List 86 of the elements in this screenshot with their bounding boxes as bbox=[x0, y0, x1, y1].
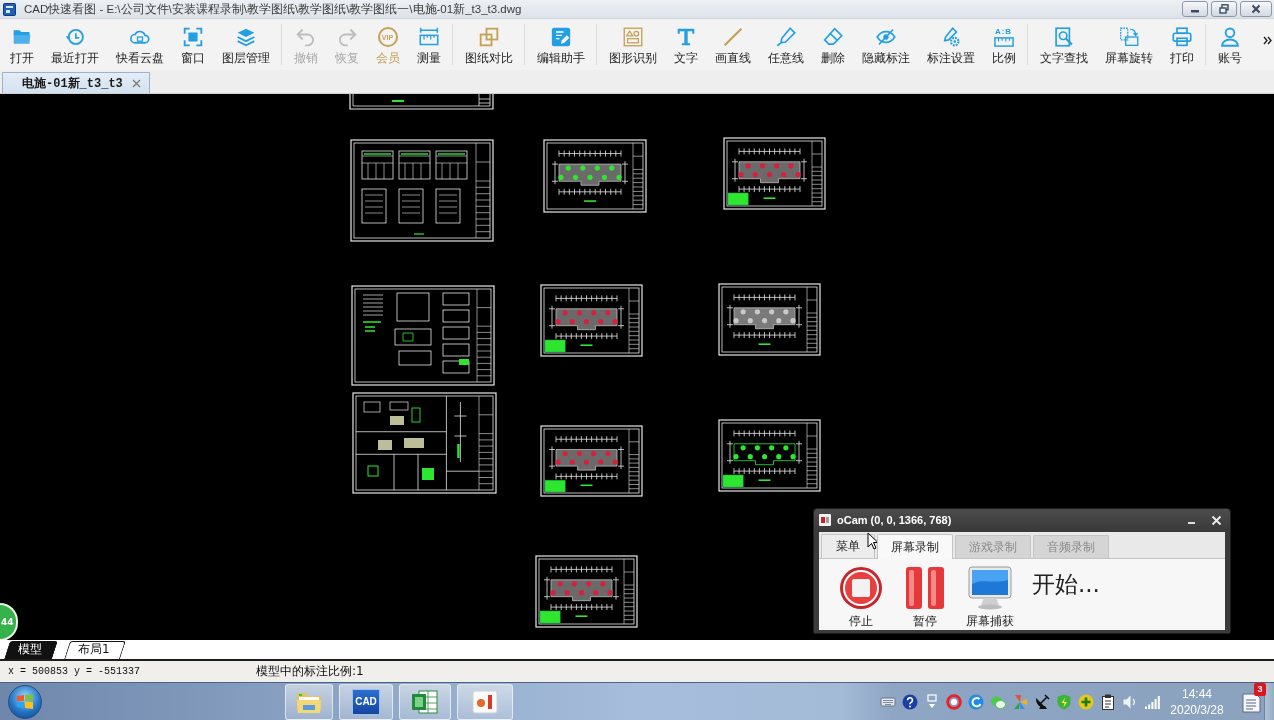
toolbar-button[interactable]: 账号 bbox=[1209, 19, 1250, 70]
toolbar-button[interactable]: 删除 bbox=[812, 19, 853, 70]
recorder-title: oCam (0, 0, 1366, 768) bbox=[837, 514, 953, 526]
toolbar-button[interactable]: 快看云盘 bbox=[107, 19, 172, 70]
eye-slash-icon bbox=[875, 27, 896, 47]
shapes-icon bbox=[622, 27, 643, 47]
toolbar-button[interactable]: A:B 比例 bbox=[983, 19, 1024, 70]
taskbar-app-button[interactable] bbox=[285, 683, 333, 720]
toolbar-button[interactable]: 打开 bbox=[1, 19, 42, 70]
printer-icon bbox=[1171, 27, 1192, 47]
app-icon bbox=[819, 514, 831, 526]
taskbar-app-button[interactable] bbox=[399, 683, 451, 720]
toolbar-button[interactable]: 屏幕旋转 bbox=[1096, 19, 1161, 70]
taskbar-app-button[interactable]: CAD bbox=[339, 683, 393, 720]
toolbar-button[interactable]: 测量 bbox=[408, 19, 449, 70]
restore-icon bbox=[1219, 4, 1229, 14]
ring-icon[interactable] bbox=[946, 693, 962, 710]
clock-icon bbox=[64, 27, 85, 47]
recorder-button[interactable]: 暂停 bbox=[902, 566, 948, 630]
window-arrow-icon[interactable] bbox=[924, 693, 940, 710]
clipboard-icon[interactable] bbox=[1100, 693, 1116, 710]
toolbar-button[interactable]: 隐藏标注 bbox=[853, 19, 918, 70]
chevrons-right-icon[interactable] bbox=[1263, 36, 1272, 45]
toolbar-button[interactable]: 画直线 bbox=[706, 19, 759, 70]
plus-circle-icon[interactable] bbox=[1078, 693, 1094, 710]
line-icon bbox=[722, 27, 743, 47]
rotate-screens-icon bbox=[1118, 27, 1139, 47]
measure-ruler-icon bbox=[418, 27, 439, 47]
minimize-button[interactable] bbox=[1182, 1, 1208, 17]
mouse-pointer-icon bbox=[867, 532, 879, 550]
toolbar-button[interactable]: 最近打开 bbox=[42, 19, 107, 70]
toolbar-button[interactable]: 窗口 bbox=[172, 19, 213, 70]
close-icon bbox=[1251, 4, 1261, 14]
close-button[interactable] bbox=[1240, 1, 1272, 17]
document-tab-label: 电施-01新_t3_t3 bbox=[22, 75, 123, 92]
toolbar-button[interactable]: 文字查找 bbox=[1031, 19, 1096, 70]
monitor-icon bbox=[968, 566, 1012, 610]
letter-t-icon bbox=[675, 27, 696, 47]
dish-icon[interactable] bbox=[1034, 693, 1050, 710]
recorder-status: 开始... bbox=[1032, 570, 1100, 599]
notification-badge: 3 bbox=[1254, 682, 1266, 696]
scale-text: 模型中的标注比例:1 bbox=[256, 663, 364, 680]
document-tab[interactable]: 电施-01新_t3_t3 bbox=[2, 72, 150, 93]
recorder-tab[interactable]: 屏幕录制 bbox=[877, 534, 953, 559]
user-icon bbox=[1219, 27, 1240, 47]
swirl-icon[interactable] bbox=[968, 693, 984, 710]
show-desktop-button[interactable] bbox=[1264, 682, 1274, 720]
pen-icon bbox=[775, 27, 796, 47]
signal-bars-icon[interactable] bbox=[1144, 693, 1160, 710]
toolbar-button[interactable]: 任意线 bbox=[759, 19, 812, 70]
toolbar-button[interactable]: 打印 bbox=[1161, 19, 1202, 70]
undo-icon bbox=[295, 27, 316, 47]
focus-frame-icon bbox=[182, 27, 203, 47]
search-document-icon bbox=[1053, 27, 1074, 47]
help-icon[interactable] bbox=[902, 693, 918, 710]
toolbar-button[interactable]: 图形识别 bbox=[600, 19, 665, 70]
window-title: CAD快速看图 - E:\公司文件\安装课程录制\教学图纸\教学图纸\教学图纸一\电施-01新_t3_t3.dwg bbox=[24, 1, 523, 17]
speaker-icon[interactable] bbox=[1122, 693, 1138, 710]
layers-icon bbox=[235, 27, 256, 47]
recorder-button[interactable]: 停止 bbox=[838, 566, 884, 630]
edit-document-icon bbox=[550, 27, 571, 47]
toolbar-button[interactable]: 标注设置 bbox=[918, 19, 983, 70]
taskbar-app-button[interactable] bbox=[457, 683, 513, 720]
toolbar-button[interactable]: 图纸对比 bbox=[456, 19, 521, 70]
start-button[interactable] bbox=[8, 684, 42, 719]
redo-icon bbox=[336, 27, 357, 47]
restore-button[interactable] bbox=[1211, 1, 1237, 17]
app-icon bbox=[3, 2, 16, 16]
menu-button[interactable]: 菜单 bbox=[821, 534, 875, 558]
cad-app-logo: CAD bbox=[352, 688, 380, 715]
layout-tab[interactable]: 布局1 bbox=[64, 640, 126, 659]
pause-icon bbox=[903, 566, 947, 610]
coordinates-text: x = 500853 y = -551337 bbox=[8, 666, 142, 677]
eraser-icon bbox=[822, 27, 843, 47]
toolbar-button[interactable]: 文字 bbox=[665, 19, 706, 70]
ratio-text: A:B bbox=[994, 27, 1013, 36]
action-center-icon[interactable] bbox=[1240, 690, 1262, 713]
flag-icon bbox=[16, 692, 34, 711]
ruler-icon bbox=[993, 37, 1014, 47]
recorder-button[interactable]: 屏幕捕获 bbox=[966, 566, 1014, 630]
overlapping-squares-icon bbox=[478, 27, 499, 47]
toolbar-button[interactable]: 图层管理 bbox=[213, 19, 278, 70]
layout-tab[interactable]: 模型 bbox=[4, 640, 58, 659]
toolbar-button[interactable]: 编辑助手 bbox=[528, 19, 593, 70]
folder-icon bbox=[11, 27, 32, 47]
stop-icon bbox=[839, 566, 883, 610]
